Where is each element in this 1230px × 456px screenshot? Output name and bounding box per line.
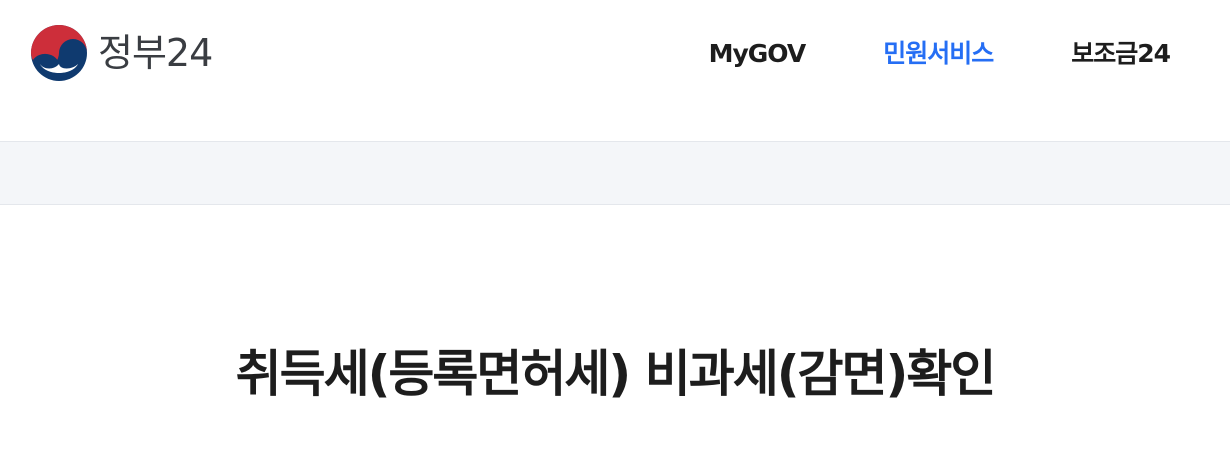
government-emblem-icon xyxy=(31,25,87,81)
nav-item-subsidy24[interactable]: 보조금24 xyxy=(1071,34,1171,74)
nav-item-civil-services[interactable]: 민원서비스 xyxy=(883,34,994,74)
main-content: 취득세(등록면허세) 비과세(감면)확인 xyxy=(0,205,1230,456)
nav-item-mygov[interactable]: MyGOV xyxy=(709,34,807,74)
logo-text: 정부24 xyxy=(98,31,213,75)
page-title: 취득세(등록면허세) 비과세(감면)확인 xyxy=(235,345,997,403)
site-header: 정부24 MyGOV 민원서비스 보조금24 xyxy=(0,0,1230,142)
main-navigation: MyGOV 민원서비스 보조금24 xyxy=(709,34,1171,74)
site-logo[interactable]: 정부24 xyxy=(30,24,213,82)
breadcrumb-bar xyxy=(0,142,1230,205)
